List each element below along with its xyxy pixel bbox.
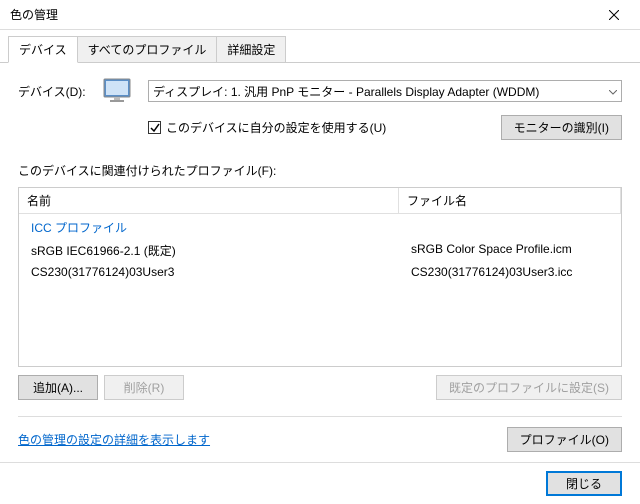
tab-all-profiles[interactable]: すべてのプロファイル [77,36,218,62]
use-settings-checkbox[interactable] [148,121,161,134]
monitor-icon [98,77,138,105]
remove-button: 削除(R) [104,375,184,400]
add-button[interactable]: 追加(A)... [18,375,98,400]
bottom-row: 色の管理の設定の詳細を表示します プロファイル(O) [18,427,622,462]
profiles-button[interactable]: プロファイル(O) [507,427,622,452]
device-row: デバイス(D): ディスプレイ: 1. 汎用 PnP モニター - Parall… [18,77,622,105]
use-settings-row: このデバイスに自分の設定を使用する(U) モニターの識別(I) [148,111,622,152]
column-header-file[interactable]: ファイル名 [399,188,621,213]
dialog-footer: 閉じる [0,462,640,504]
window-close-button[interactable] [591,0,636,29]
tab-advanced[interactable]: 詳細設定 [216,36,286,62]
use-settings-label: このデバイスに自分の設定を使用する(U) [166,119,386,136]
window-title: 色の管理 [10,6,591,23]
divider [18,416,622,417]
chevron-down-icon [609,84,617,98]
profile-file: sRGB Color Space Profile.icm [399,241,621,260]
profile-name: sRGB IEC61966-2.1 (既定) [19,241,399,260]
identify-monitor-button[interactable]: モニターの識別(I) [501,115,622,140]
title-bar: 色の管理 [0,0,640,30]
device-select[interactable]: ディスプレイ: 1. 汎用 PnP モニター - Parallels Displ… [148,80,622,102]
profile-name: CS230(31776124)03User3 [19,264,399,280]
tabs: デバイス すべてのプロファイル 詳細設定 [0,30,640,63]
profiles-section-label: このデバイスに関連付けられたプロファイル(F): [18,162,622,179]
check-icon [150,123,160,133]
close-icon [609,10,619,20]
list-body: ICC プロファイル sRGB IEC61966-2.1 (既定) sRGB C… [19,214,621,284]
list-row[interactable]: CS230(31776124)03User3 CS230(31776124)03… [19,262,621,282]
profile-file: CS230(31776124)03User3.icc [399,264,621,280]
details-link[interactable]: 色の管理の設定の詳細を表示します [18,431,210,448]
tab-devices[interactable]: デバイス [8,36,78,63]
profile-buttons-row: 追加(A)... 削除(R) 既定のプロファイルに設定(S) [18,375,622,410]
set-default-button: 既定のプロファイルに設定(S) [436,375,622,400]
group-header: ICC プロファイル [19,216,621,239]
column-header-name[interactable]: 名前 [19,188,399,213]
device-select-value: ディスプレイ: 1. 汎用 PnP モニター - Parallels Displ… [153,85,539,99]
close-button[interactable]: 閉じる [546,471,622,496]
list-row[interactable]: sRGB IEC61966-2.1 (既定) sRGB Color Space … [19,239,621,262]
list-header: 名前 ファイル名 [19,188,621,214]
device-label: デバイス(D): [18,83,98,100]
tab-panel: デバイス(D): ディスプレイ: 1. 汎用 PnP モニター - Parall… [0,63,640,462]
profiles-list[interactable]: 名前 ファイル名 ICC プロファイル sRGB IEC61966-2.1 (既… [18,187,622,367]
